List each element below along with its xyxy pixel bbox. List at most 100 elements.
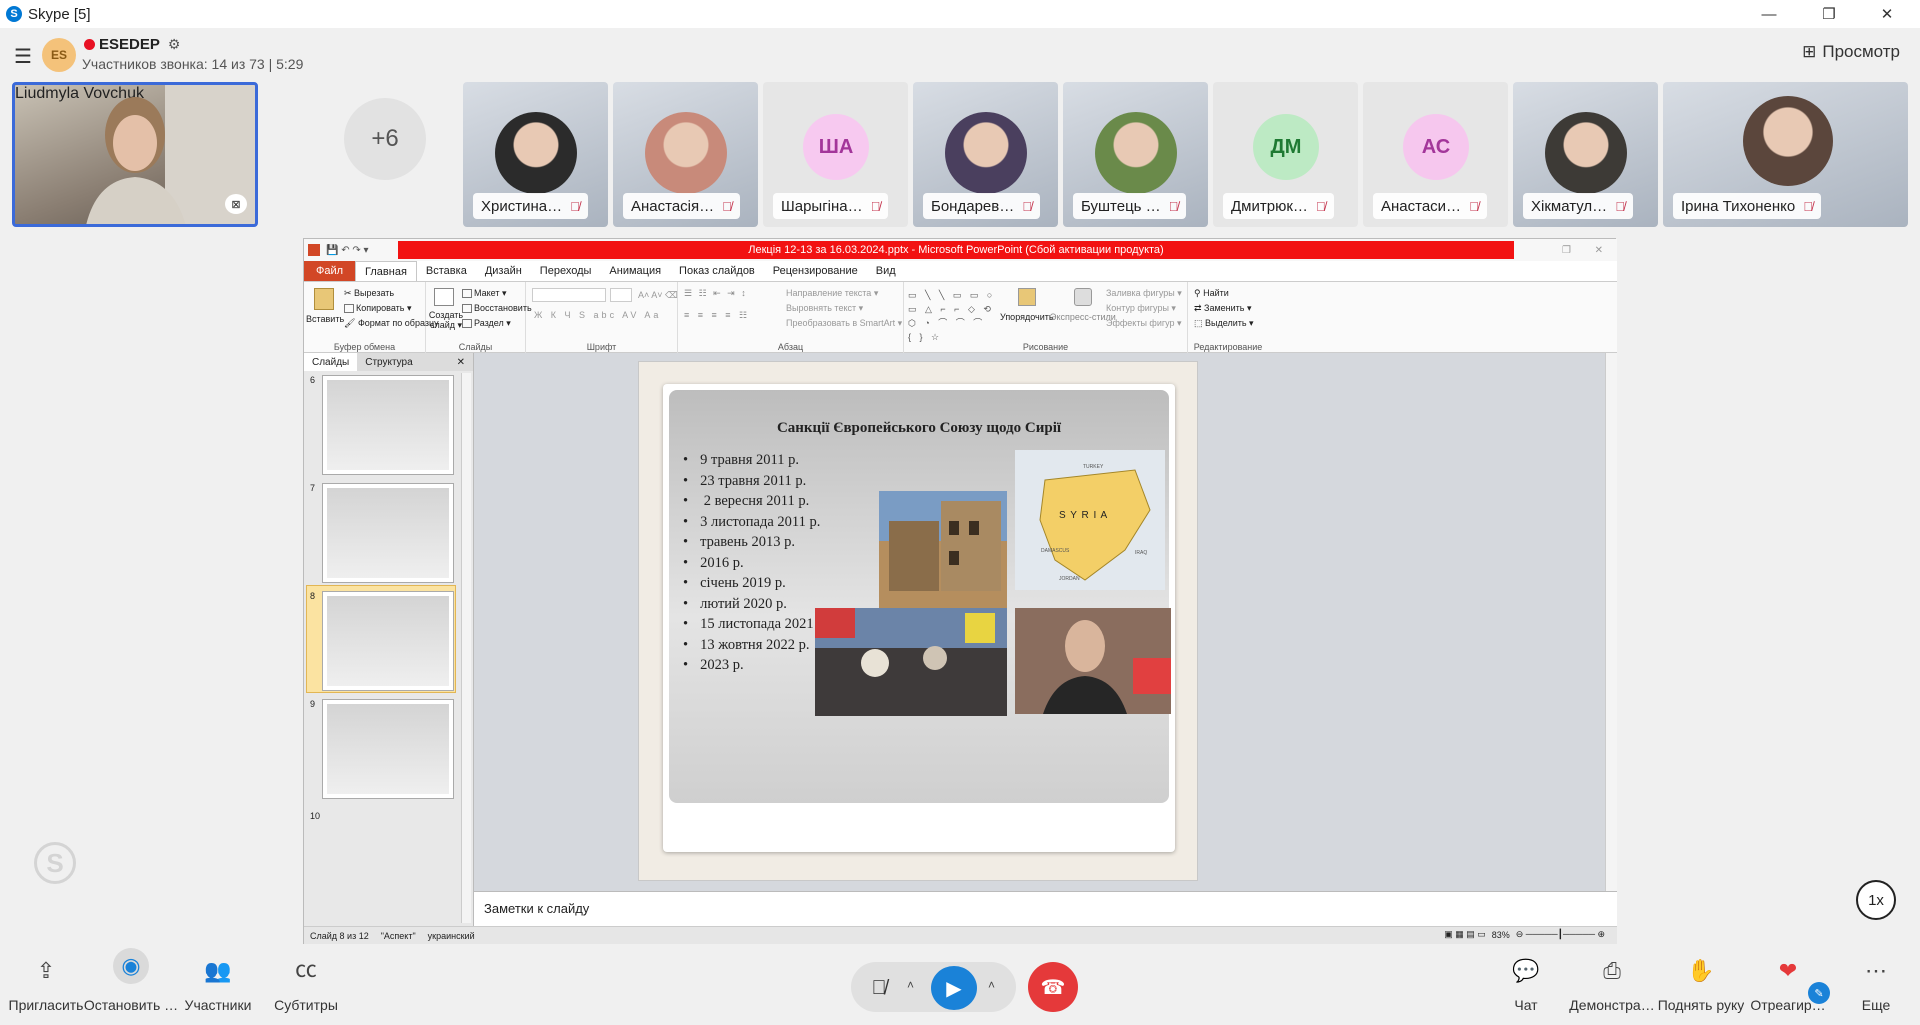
slides-pane: Слайды Структура ✕ 6 7 8 9 10 xyxy=(304,353,474,926)
align-text-button[interactable]: Выровнять текст ▾ xyxy=(786,303,863,314)
align-icons[interactable]: ≡ ≡ ≡ ≡ ☷ xyxy=(684,310,750,321)
arrange-button[interactable]: Упорядочить xyxy=(1000,312,1054,322)
more-button[interactable]: ⋯ Еще xyxy=(1830,944,1920,1025)
pen-icon[interactable]: ✎ xyxy=(1808,982,1830,1004)
mic-muted-icon[interactable]: 🎙̸ xyxy=(857,966,901,1010)
paste-button[interactable]: Вставить xyxy=(306,314,344,324)
ppt-restore-icon[interactable]: ❐ xyxy=(1562,245,1571,256)
chat-button[interactable]: 💬 Чат xyxy=(1480,944,1572,1025)
find-button[interactable]: ⚲ Найти xyxy=(1194,288,1229,299)
pane-close-icon[interactable]: ✕ xyxy=(449,357,473,368)
section-button[interactable]: Раздел ▾ xyxy=(462,318,511,329)
tab-insert[interactable]: Вставка xyxy=(417,265,476,277)
brush-icon: 🖌 xyxy=(344,318,358,328)
font-style-icons[interactable]: Ж К Ч S abc AV Aa xyxy=(534,310,661,320)
text-direction-button[interactable]: Направление текста ▾ xyxy=(786,288,878,299)
arrange-icon xyxy=(1018,288,1036,306)
tab-outline[interactable]: Структура xyxy=(357,357,420,368)
participants-button[interactable]: 👥 Участники xyxy=(172,944,264,1025)
slide-thumbnail-6[interactable] xyxy=(322,375,454,475)
tab-animation[interactable]: Анимация xyxy=(600,265,670,277)
close-button[interactable]: ✕ xyxy=(1864,0,1910,28)
participant-tile[interactable]: Анастасія… 🎙̸ xyxy=(613,82,758,227)
zoom-slider[interactable]: ⊖ ─────┃───── ⊕ xyxy=(1516,929,1605,940)
participant-tile[interactable]: АС Анастаси… 🎙̸ xyxy=(1363,82,1508,227)
format-painter-button[interactable]: 🖌 Формат по образцу xyxy=(344,318,439,329)
ppt-ribbon: Вставить ✂ Вырезать Копировать ▾ 🖌 Форма… xyxy=(304,281,1617,354)
mic-options-chevron-icon[interactable]: ˄ xyxy=(907,978,914,992)
ruined-building-image xyxy=(879,491,1007,611)
font-size-adjust-icons[interactable]: A˄ A˅ ⌫ xyxy=(638,290,678,301)
stop-recording-button[interactable]: ◉ Остановить … xyxy=(84,944,178,1025)
participant-tile[interactable]: Бондарев… 🎙̸ xyxy=(913,82,1058,227)
slide-notes[interactable]: Заметки к слайду xyxy=(474,891,1617,926)
share-screen-button[interactable]: ⎙ Демонстра… xyxy=(1566,944,1658,1025)
participant-name-label: Ірина Тихоненко 🎙̸ xyxy=(1673,193,1821,219)
replace-button[interactable]: ⇄ Заменить ▾ xyxy=(1194,303,1252,314)
subtitles-button[interactable]: ㏄ Субтитры xyxy=(260,944,352,1025)
shape-effects-button[interactable]: Эффекты фигур ▾ xyxy=(1106,318,1182,329)
editor-scrollbar[interactable] xyxy=(1605,353,1617,891)
slide-bullet-item: 9 травня 2011 р. xyxy=(683,450,828,471)
participant-tile[interactable]: Буштець … 🎙̸ xyxy=(1063,82,1208,227)
more-participants-button[interactable]: +6 xyxy=(344,98,426,180)
cut-label: Вырезать xyxy=(354,288,395,298)
view-button[interactable]: ⊞ Просмотр xyxy=(1802,42,1900,62)
tab-home[interactable]: Главная xyxy=(355,261,417,281)
view-mode-icons[interactable]: ▣ ▦ ▤ ▭ xyxy=(1444,929,1486,940)
tab-design[interactable]: Дизайн xyxy=(476,265,531,277)
participant-name-label: Бондарев… 🎙̸ xyxy=(923,193,1040,219)
editing-group: ⚲ Найти ⇄ Заменить ▾ ⬚ Выделить ▾ Редакт… xyxy=(1188,282,1268,354)
participant-tile[interactable]: Хікматул… 🎙̸ xyxy=(1513,82,1658,227)
slides-pane-scrollbar[interactable] xyxy=(461,373,471,923)
reset-button[interactable]: Восстановить xyxy=(462,303,532,314)
invite-button[interactable]: ⇪ Пригласить xyxy=(0,944,92,1025)
participant-tile[interactable]: Христина… 🎙̸ xyxy=(463,82,608,227)
thumb-content xyxy=(327,488,449,578)
restore-button[interactable]: ❐ xyxy=(1806,0,1852,28)
shapes-gallery-icons[interactable]: ▭ ╲ ╲ ▭ ▭ ○ ▭ △ ⌐ ⌐ ◇ ⟲ ⬡ ◔ ⌒ ⌒ ⌒ { } ☆ xyxy=(908,288,996,344)
new-slide-button[interactable]: Создать слайд ▾ xyxy=(428,310,464,330)
participant-name-label: Шарыгіна… 🎙̸ xyxy=(773,193,889,219)
copy-button[interactable]: Копировать ▾ xyxy=(344,303,411,314)
smartart-button[interactable]: Преобразовать в SmartArt ▾ xyxy=(786,318,902,329)
self-video-tile[interactable]: Liudmyla Vovchuk ⊠ xyxy=(12,82,258,227)
font-size-box[interactable] xyxy=(610,288,632,302)
select-button[interactable]: ⬚ Выделить ▾ xyxy=(1194,318,1254,329)
screen-share-off-icon[interactable]: ⊠ xyxy=(225,194,247,214)
group-name[interactable]: ESEDEP ⚙ xyxy=(84,36,180,53)
slide-thumbnail-9[interactable] xyxy=(322,699,454,799)
layout-icon xyxy=(462,289,472,299)
font-name-box[interactable] xyxy=(532,288,606,302)
tab-view[interactable]: Вид xyxy=(867,265,905,277)
tab-file[interactable]: Файл xyxy=(304,261,356,281)
participant-tile[interactable]: ДМ Дмитрюк… 🎙̸ xyxy=(1213,82,1358,227)
ppt-close-icon[interactable]: ✕ xyxy=(1595,245,1603,256)
participant-tile[interactable]: ША Шарыгіна… 🎙̸ xyxy=(763,82,908,227)
list-icons[interactable]: ☰ ☷ ⇤ ⇥ ↕ xyxy=(684,288,748,299)
layout-button[interactable]: Макет ▾ xyxy=(462,288,507,299)
playback-speed-button[interactable]: 1x xyxy=(1856,880,1896,920)
slide-canvas: Санкції Європейського Союзу щодо Сирії 9… xyxy=(638,361,1198,881)
slide-thumbnail-8[interactable] xyxy=(322,591,454,691)
tab-transitions[interactable]: Переходы xyxy=(531,265,601,277)
participant-avatar xyxy=(1545,112,1627,194)
tab-slideshow[interactable]: Показ слайдов xyxy=(670,265,764,277)
hang-up-icon[interactable]: ☎ xyxy=(1028,962,1078,1012)
shape-fill-button[interactable]: Заливка фигуры ▾ xyxy=(1106,288,1182,299)
font-group: A˄ A˅ ⌫ Ж К Ч S abc AV Aa Шрифт xyxy=(526,282,678,354)
slide-thumbnail-7[interactable] xyxy=(322,483,454,583)
tab-review[interactable]: Рецензирование xyxy=(764,265,867,277)
shape-outline-button[interactable]: Контур фигуры ▾ xyxy=(1106,303,1176,314)
hamburger-menu-icon[interactable]: ☰ xyxy=(14,44,32,69)
tab-slides[interactable]: Слайды xyxy=(304,353,358,371)
camera-icon[interactable]: ▶ xyxy=(931,966,977,1010)
cut-button[interactable]: ✂ Вырезать xyxy=(344,288,394,299)
participant-tile[interactable]: Ірина Тихоненко 🎙̸ xyxy=(1663,82,1908,227)
minimize-button[interactable]: — xyxy=(1746,0,1792,28)
camera-options-chevron-icon[interactable]: ˄ xyxy=(988,978,995,992)
group-avatar[interactable]: ES xyxy=(42,38,76,72)
raise-hand-button[interactable]: ✋ Поднять руку xyxy=(1655,944,1747,1025)
participant-name: Ірина Тихоненко xyxy=(1681,197,1796,215)
settings-gear-icon[interactable]: ⚙ xyxy=(168,36,181,53)
